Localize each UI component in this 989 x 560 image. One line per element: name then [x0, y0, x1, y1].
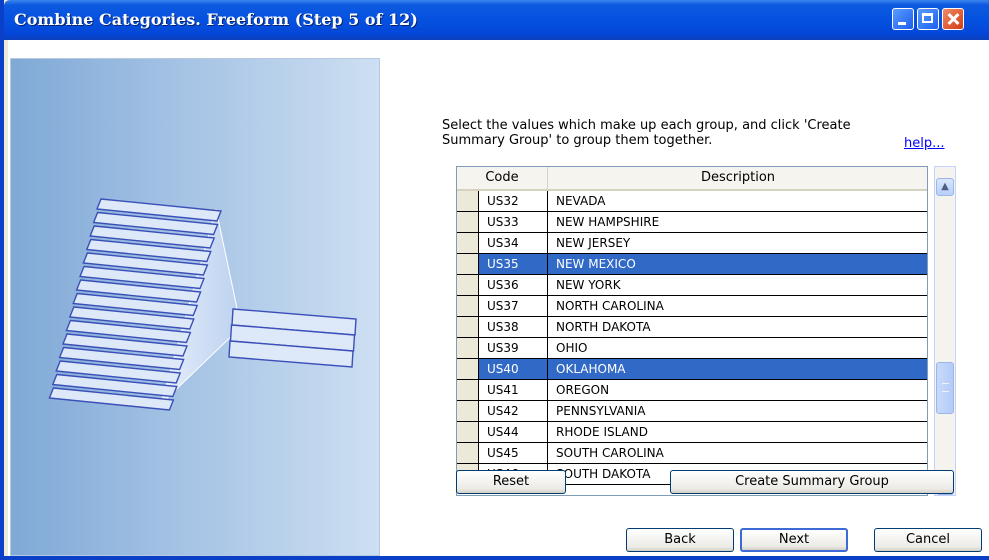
row-code: US40 [487, 359, 547, 379]
column-header-description[interactable]: Description [547, 167, 927, 189]
grid-header: Code Description [457, 167, 927, 191]
row-selector[interactable] [457, 401, 479, 421]
row-description: SOUTH CAROLINA [547, 443, 927, 463]
values-grid[interactable]: Code Description US32 NEVADA US33 NEW HAMPS… [456, 166, 928, 496]
table-row[interactable]: US35 NEW MEXICO [457, 254, 927, 275]
row-selector[interactable] [457, 380, 479, 400]
row-code: US45 [487, 446, 519, 460]
table-row[interactable]: US36 NEW YORK [457, 275, 927, 296]
title-bar[interactable]: Combine Categories. Freeform (Step 5 of … [4, 0, 989, 40]
scroll-thumb[interactable] [936, 362, 954, 414]
table-row[interactable]: US32 NEVADA [457, 191, 927, 212]
row-selector[interactable] [457, 422, 479, 442]
minimize-icon[interactable] [892, 8, 914, 30]
row-selector[interactable] [457, 212, 479, 232]
help-link[interactable]: help... [904, 136, 945, 151]
row-code: US37 [487, 299, 519, 313]
row-code: US41 [487, 383, 519, 397]
table-row[interactable]: US33 NEW HAMPSHIRE [457, 212, 927, 233]
row-code: US33 [487, 215, 519, 229]
window-title: Combine Categories. Freeform (Step 5 of … [14, 10, 418, 29]
row-description: NEVADA [547, 191, 927, 211]
row-selector[interactable] [457, 443, 479, 463]
table-row[interactable]: US42 PENNSYLVANIA [457, 401, 927, 422]
create-summary-group-button[interactable]: Create Summary Group [670, 470, 954, 494]
row-selector[interactable] [457, 317, 479, 337]
row-code: US44 [487, 425, 519, 439]
row-selector[interactable] [457, 275, 479, 295]
wizard-illustration [10, 58, 380, 556]
row-code: US38 [487, 320, 519, 334]
table-row[interactable]: US40 OKLAHOMA [457, 359, 927, 380]
row-description: NEW YORK [547, 275, 927, 295]
combine-categories-graphic [48, 198, 357, 411]
row-description: NEW HAMPSHIRE [547, 212, 927, 232]
row-selector[interactable] [457, 191, 479, 211]
row-code: US34 [487, 236, 519, 250]
row-code: US42 [487, 404, 519, 418]
table-row[interactable]: US34 NEW JERSEY [457, 233, 927, 254]
scroll-up-icon[interactable]: ▲ [936, 178, 954, 196]
reset-button[interactable]: Reset [456, 470, 566, 494]
row-code: US32 [487, 194, 519, 208]
row-code: US36 [487, 278, 519, 292]
close-icon[interactable] [942, 8, 964, 30]
table-row[interactable]: US45 SOUTH CAROLINA [457, 443, 927, 464]
grid-scrollbar[interactable]: ▲ ▼ [934, 166, 956, 496]
back-button[interactable]: Back [626, 528, 734, 552]
row-code: US39 [487, 341, 519, 355]
row-description: NEW MEXICO [547, 254, 927, 274]
column-header-code[interactable]: Code [457, 167, 548, 189]
table-row[interactable]: US37 NORTH CAROLINA [457, 296, 927, 317]
instructions-text: Select the values which make up each gro… [442, 118, 942, 148]
row-selector[interactable] [457, 254, 479, 274]
row-description: OREGON [547, 380, 927, 400]
cancel-button[interactable]: Cancel [874, 528, 982, 552]
maximize-icon[interactable] [917, 8, 939, 30]
table-row[interactable]: US44 RHODE ISLAND [457, 422, 927, 443]
row-selector[interactable] [457, 296, 479, 316]
row-description: PENNSYLVANIA [547, 401, 927, 421]
row-description: OKLAHOMA [547, 359, 927, 379]
wizard-window: Combine Categories. Freeform (Step 5 of … [0, 0, 989, 560]
row-code: US35 [487, 254, 547, 274]
row-description: OHIO [547, 338, 927, 358]
table-row[interactable]: US39 OHIO [457, 338, 927, 359]
row-description: NORTH CAROLINA [547, 296, 927, 316]
row-selector[interactable] [457, 359, 479, 379]
row-description: NORTH DAKOTA [547, 317, 927, 337]
instructions-line-1: Select the values which make up each gro… [442, 118, 851, 133]
table-row[interactable]: US41 OREGON [457, 380, 927, 401]
next-button[interactable]: Next [740, 528, 848, 552]
row-description: RHODE ISLAND [547, 422, 927, 442]
row-selector[interactable] [457, 233, 479, 253]
row-description: NEW JERSEY [547, 233, 927, 253]
table-row[interactable]: US38 NORTH DAKOTA [457, 317, 927, 338]
instructions-line-2: Summary Group' to group them together. [442, 133, 713, 148]
row-selector[interactable] [457, 338, 479, 358]
wizard-body: Select the values which make up each gro… [8, 40, 989, 556]
